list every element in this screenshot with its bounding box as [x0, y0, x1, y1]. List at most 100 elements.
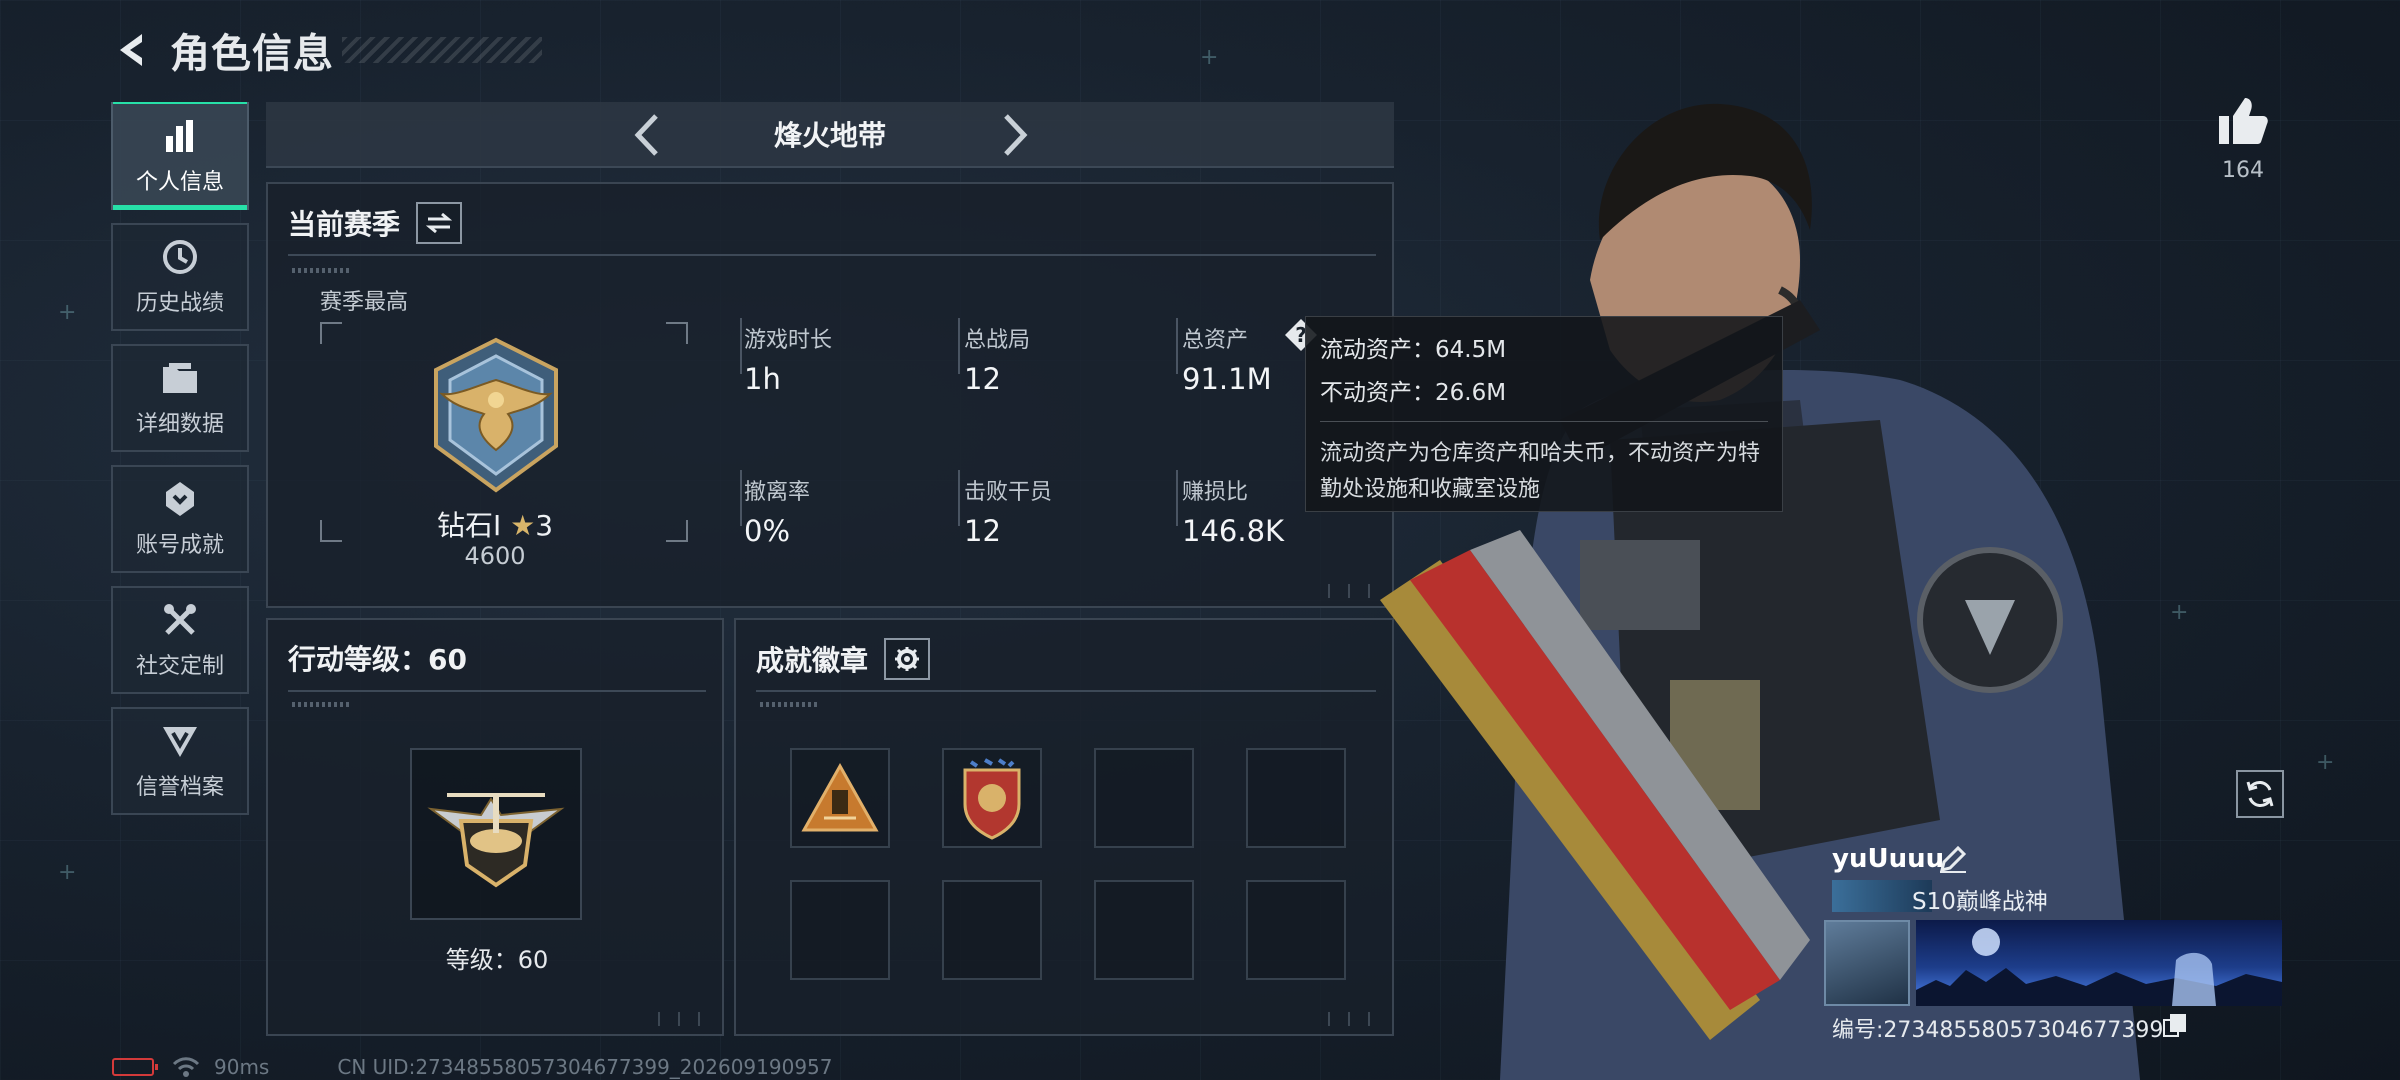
swap-icon	[426, 212, 453, 234]
wifi-icon	[172, 1057, 200, 1077]
pencil-icon	[1939, 845, 1967, 873]
achievements-title: 成就徽章	[756, 644, 869, 677]
battery-icon	[112, 1058, 158, 1076]
rank-emblem-icon	[416, 336, 576, 494]
avatar[interactable]	[1824, 920, 1910, 1006]
reputation-icon	[160, 721, 200, 761]
sidebar-item-label: 历史战绩	[135, 291, 224, 316]
sidebar-item-detail-data[interactable]: 详细数据	[111, 344, 249, 452]
badge-slot[interactable]	[790, 748, 890, 848]
sidebar-item-label: 社交定制	[135, 654, 224, 679]
star-icon: ★	[510, 509, 536, 542]
stat-label-profit-ratio: 赚损比	[1182, 480, 1249, 505]
tools-icon	[160, 600, 200, 640]
achievement-settings-button[interactable]	[884, 638, 931, 680]
player-title: S10巅峰战神	[1912, 889, 2048, 915]
decor-dots	[760, 702, 820, 707]
decor-plus: +	[58, 860, 77, 885]
refresh-icon	[2246, 781, 2274, 807]
chevron-left-icon	[634, 114, 658, 156]
decor-dots	[292, 702, 352, 707]
badge-slot-empty[interactable]	[1246, 880, 1346, 980]
shield-badge-icon	[963, 758, 1021, 840]
action-level-title: 行动等级：60	[288, 643, 467, 676]
sidebar-item-personal-info[interactable]: 个人信息	[111, 102, 249, 210]
frame-corner	[320, 322, 342, 344]
stat-separator	[958, 318, 960, 374]
stat-value-profit-ratio: 146.8K	[1182, 514, 1285, 548]
stat-value-matches: 12	[964, 362, 1001, 396]
like-count: 164	[2222, 158, 2264, 183]
frame-corner	[666, 520, 688, 542]
decor-plus: +	[58, 300, 77, 325]
season-title: 当前赛季	[288, 208, 401, 241]
sidebar-item-social[interactable]: 社交定制	[111, 586, 249, 694]
season-panel-title: 当前赛季	[288, 202, 463, 244]
title-decoration	[342, 37, 542, 63]
corner-decoration	[654, 1012, 712, 1026]
divider	[288, 254, 1376, 256]
mode-selector: 烽火地带	[266, 102, 1394, 168]
mode-next-button[interactable]	[994, 114, 1036, 156]
chevron-right-icon	[1004, 114, 1028, 156]
profile-card: yuUuuu S10巅峰战神 编号:27348558057304677399	[1822, 836, 2282, 1056]
decor-dots	[292, 268, 352, 273]
rank-score: 4600	[464, 542, 526, 570]
stat-label-extract-rate: 撤离率	[744, 480, 811, 505]
decor-plus: +	[1200, 45, 1219, 70]
level-text: 等级：60	[445, 946, 549, 974]
stat-separator	[1176, 470, 1178, 526]
rank-stars: 3	[535, 509, 554, 542]
tooltip-liquid-assets: 流动资产：64.5M	[1320, 337, 1507, 363]
badge-slot-empty[interactable]	[1246, 748, 1346, 848]
profile-banner	[1916, 920, 2282, 1006]
page-title: 角色信息	[170, 31, 334, 77]
edit-name-button[interactable]	[1938, 844, 1968, 874]
helicopter-badge-icon	[427, 793, 565, 888]
stat-label-kills: 击败干员	[964, 480, 1053, 505]
thumbs-up-icon	[2219, 98, 2268, 144]
pyramid-badge-icon	[801, 762, 879, 832]
player-id: 编号:27348558057304677399	[1832, 1018, 2164, 1043]
badge-slot-empty[interactable]	[1094, 748, 1194, 848]
back-button[interactable]	[110, 28, 154, 72]
refresh-button[interactable]	[2236, 770, 2284, 818]
tooltip-fixed-assets: 不动资产：26.6M	[1320, 380, 1507, 406]
badge-slot-empty[interactable]	[942, 880, 1042, 980]
copy-icon	[2163, 1014, 2186, 1037]
sidebar-nav: 个人信息 历史战绩 详细数据 账号成就 社交定制 信誉档案	[111, 102, 249, 828]
stat-separator	[958, 470, 960, 526]
page-header: 角色信息	[110, 22, 542, 78]
sidebar-item-label: 个人信息	[135, 170, 224, 195]
tooltip-divider	[1320, 421, 1768, 422]
like-button[interactable]	[2210, 96, 2276, 152]
rank-line: 钻石I ★3	[330, 504, 660, 544]
stat-separator	[740, 470, 742, 526]
corner-decoration	[1324, 584, 1382, 598]
stat-separator	[1176, 318, 1178, 374]
stat-separator	[740, 318, 742, 374]
season-panel: 当前赛季 赛季最高 钻石I ★3 4600 游戏时长 1h 总战局 12 总资产…	[266, 182, 1394, 608]
history-icon	[160, 237, 200, 277]
achievements-panel: 成就徽章	[734, 618, 1394, 1036]
level-badge-frame	[410, 748, 582, 920]
season-best-label: 赛季最高	[320, 290, 409, 315]
gear-icon	[895, 647, 920, 671]
season-switch-button[interactable]	[416, 202, 463, 244]
mode-prev-button[interactable]	[626, 114, 668, 156]
back-arrow-icon	[120, 34, 142, 66]
achievement-icon	[160, 479, 200, 519]
badge-slot[interactable]	[942, 748, 1042, 848]
badge-slot-empty[interactable]	[1094, 880, 1194, 980]
divider	[288, 690, 706, 692]
rank-name: 钻石I	[436, 509, 502, 542]
sidebar-item-label: 详细数据	[135, 412, 224, 437]
sidebar-item-label: 信誉档案	[135, 775, 224, 800]
sidebar-item-history[interactable]: 历史战绩	[111, 223, 249, 331]
sidebar-item-reputation[interactable]: 信誉档案	[111, 707, 249, 815]
copy-id-button[interactable]	[2162, 1012, 2188, 1038]
badge-slot-empty[interactable]	[790, 880, 890, 980]
bar-chart-icon	[160, 116, 200, 156]
player-name: yuUuuu	[1832, 844, 1945, 874]
sidebar-item-achievement[interactable]: 账号成就	[111, 465, 249, 573]
